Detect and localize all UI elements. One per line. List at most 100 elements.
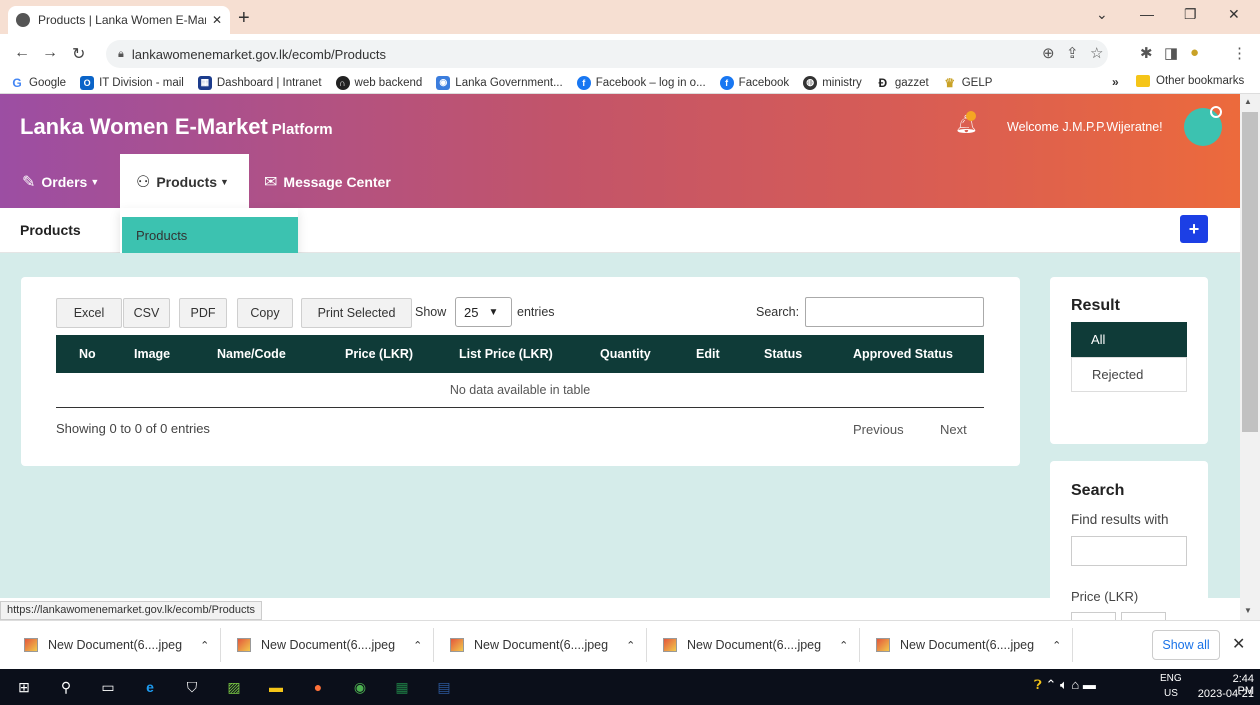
scrollbar-thumb[interactable] — [1242, 112, 1258, 432]
pdf-button[interactable]: PDF — [179, 298, 227, 328]
column-header-price[interactable]: Price (LKR) — [345, 347, 413, 361]
task-view-icon[interactable]: ▭ — [98, 677, 118, 697]
gazette-icon: Ɖ — [875, 75, 890, 90]
chevron-up-icon[interactable]: ⌃ — [626, 639, 635, 652]
chevron-up-icon[interactable]: ⌃ — [413, 639, 422, 652]
price-min-input[interactable] — [1071, 612, 1116, 620]
nav-products[interactable]: ⚇ Products ▼ — [136, 172, 229, 192]
notification-dot — [966, 111, 976, 121]
bookmark-dashboard-intranet[interactable]: ▦ Dashboard | Intranet — [197, 75, 322, 90]
download-item[interactable]: New Document(6....jpeg ⌃ — [663, 632, 848, 658]
firefox-icon[interactable]: ● — [308, 677, 328, 697]
minimize-icon[interactable]: — — [1140, 6, 1154, 22]
column-header-status[interactable]: Status — [764, 347, 802, 361]
forward-arrow-icon[interactable]: → — [42, 44, 58, 62]
copy-button[interactable]: Copy — [237, 298, 293, 328]
back-arrow-icon[interactable]: ← — [14, 44, 30, 62]
previous-page-button[interactable]: Previous — [853, 422, 904, 437]
bookmark-lanka-government[interactable]: ◉ Lanka Government... — [436, 75, 563, 90]
reload-icon[interactable]: ↻ — [72, 44, 85, 64]
bookmark-star-icon[interactable]: ☆ — [1090, 44, 1103, 62]
scroll-up-icon[interactable]: ▲ — [1244, 97, 1252, 106]
language-indicator[interactable]: ENG — [1160, 673, 1182, 684]
edge-icon[interactable]: e — [140, 677, 160, 697]
chevron-up-icon[interactable]: ⌃ — [1052, 639, 1061, 652]
clock-date[interactable]: 2023-04-21 — [1186, 688, 1254, 700]
bookmarks-overflow-icon[interactable]: » — [1112, 75, 1119, 89]
more-menu-icon[interactable]: ⋮ — [1232, 44, 1247, 62]
download-item[interactable]: New Document(6....jpeg ⌃ — [24, 632, 209, 658]
tab-search-chevron-icon[interactable]: ⌄ — [1096, 6, 1108, 23]
dropdown-item-products[interactable]: Products — [122, 217, 298, 253]
next-page-button[interactable]: Next — [940, 422, 967, 437]
tab-close-icon[interactable]: ✕ — [212, 13, 222, 27]
bookmark-ministry[interactable]: ◍ ministry — [803, 75, 862, 90]
extensions-icon[interactable]: ✱ — [1140, 44, 1153, 62]
network-icon[interactable]: ⌂ — [1071, 677, 1079, 692]
result-option-rejected[interactable]: Rejected — [1071, 357, 1187, 392]
column-header-quantity[interactable]: Quantity — [600, 347, 651, 361]
speaker-icon[interactable]: 🔈︎ — [1060, 677, 1068, 692]
csv-button[interactable]: CSV — [123, 298, 170, 328]
column-header-no[interactable]: No — [79, 347, 96, 361]
chevron-up-icon[interactable]: ⌃ — [200, 639, 209, 652]
table-search-input[interactable] — [805, 297, 984, 327]
download-item[interactable]: New Document(6....jpeg ⌃ — [237, 632, 422, 658]
chrome-icon[interactable]: ◉ — [350, 677, 370, 697]
column-header-name-code[interactable]: Name/Code — [217, 347, 286, 361]
bookmark-gazzet[interactable]: Ɖgazzet — [875, 75, 929, 90]
browser-tab[interactable]: Products | Lanka Women E-Mark ✕ — [8, 6, 230, 34]
print-selected-button[interactable]: Print Selected — [301, 298, 412, 328]
help-icon[interactable]: ❓︎ — [1034, 677, 1042, 692]
excel-button[interactable]: Excel — [56, 298, 122, 328]
search-label: Search: — [756, 305, 800, 319]
restore-icon[interactable]: ❐ — [1184, 6, 1197, 23]
bookmark-gelp[interactable]: ♛ GELP — [942, 75, 992, 90]
column-header-approved-status[interactable]: Approved Status — [853, 347, 953, 361]
find-results-input[interactable] — [1071, 536, 1187, 566]
entries-label: entries — [517, 305, 555, 319]
search-panel-title: Search — [1071, 482, 1125, 499]
column-header-edit[interactable]: Edit — [696, 347, 720, 361]
show-all-downloads-button[interactable]: Show all — [1152, 630, 1220, 660]
bookmark-web-backend[interactable]: ∩ web backend — [335, 75, 422, 90]
scroll-down-icon[interactable]: ▼ — [1244, 606, 1252, 615]
bookmark-google[interactable]: G Google — [10, 75, 66, 90]
window-close-icon[interactable]: ✕ — [1228, 6, 1240, 23]
bookmark-facebook[interactable]: f Facebook — [719, 75, 789, 90]
address-bar[interactable]: 🔒︎ lankawomenemarket.gov.lk/ecomb/Produc… — [106, 40, 1108, 68]
download-item[interactable]: New Document(6....jpeg ⌃ — [876, 632, 1061, 658]
share-icon[interactable]: ⇪ — [1066, 44, 1079, 62]
price-max-input[interactable] — [1121, 612, 1166, 620]
windows-start-icon[interactable]: ⊞ — [14, 677, 34, 697]
other-bookmarks[interactable]: Other bookmarks — [1136, 75, 1244, 87]
column-header-list-price[interactable]: List Price (LKR) — [459, 347, 553, 361]
result-option-all[interactable]: All — [1071, 322, 1187, 357]
show-label: Show — [415, 305, 447, 319]
notification-icon[interactable]: ▬ — [1083, 677, 1096, 692]
entries-per-page-select[interactable]: 25 ▼ — [455, 297, 512, 327]
image-editor-icon[interactable]: ▨ — [224, 677, 244, 697]
new-tab-button[interactable]: + — [238, 7, 250, 30]
chevron-up-icon[interactable]: ⌃ — [1045, 677, 1056, 692]
bookmark-facebook-login[interactable]: f Facebook – log in o... — [576, 75, 706, 90]
excel-icon[interactable]: ▦ — [392, 677, 412, 697]
profile-emblem-icon[interactable]: ● — [1190, 44, 1199, 61]
side-panel-icon[interactable]: ◨ — [1164, 44, 1178, 62]
store-icon[interactable]: ⛉ — [182, 677, 202, 697]
keyboard-layout[interactable]: US — [1164, 688, 1178, 699]
close-download-bar-icon[interactable]: ✕ — [1232, 634, 1245, 654]
bookmark-it-division-mail[interactable]: O IT Division - mail — [80, 75, 184, 90]
zoom-icon[interactable]: ⊕ — [1042, 44, 1055, 62]
download-item[interactable]: New Document(6....jpeg ⌃ — [450, 632, 635, 658]
add-product-button[interactable]: + — [1180, 215, 1208, 243]
file-explorer-icon[interactable]: ▬ — [266, 677, 286, 697]
download-separator — [433, 628, 434, 662]
nav-orders[interactable]: ✎ Orders ▼ — [22, 172, 99, 192]
word-icon[interactable]: ▤ — [434, 677, 454, 697]
site-brand[interactable]: Lanka Women E-Market Platform — [20, 114, 333, 140]
column-header-image[interactable]: Image — [134, 347, 170, 361]
chevron-up-icon[interactable]: ⌃ — [839, 639, 848, 652]
nav-message-center[interactable]: ✉ Message Center — [264, 172, 391, 192]
search-icon[interactable]: ⚲ — [56, 677, 76, 697]
